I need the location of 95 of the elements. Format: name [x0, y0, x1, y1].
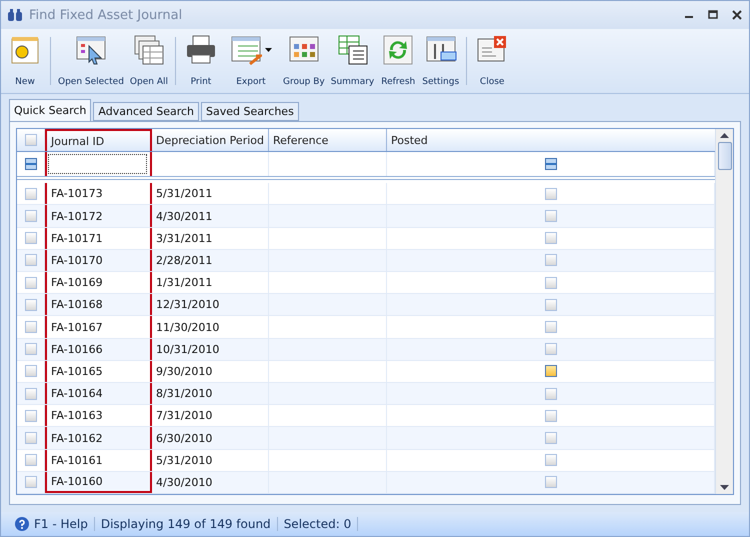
- table-cell: 7/31/2010: [156, 409, 212, 422]
- posted-checkbox[interactable]: [544, 188, 556, 200]
- toolbar-button[interactable]: Open All: [128, 31, 170, 91]
- posted-checkbox[interactable]: [544, 254, 556, 266]
- stacked-windows-icon: [132, 34, 165, 66]
- table-cell: FA-10160: [51, 474, 103, 488]
- table-cell: FA-10172: [51, 210, 103, 223]
- row-checkbox[interactable]: [24, 410, 36, 422]
- toolbar-button[interactable]: Open Selected: [56, 31, 126, 91]
- posted-checkbox[interactable]: [544, 454, 556, 466]
- row-checkbox[interactable]: [24, 454, 36, 466]
- row-checkbox[interactable]: [24, 254, 36, 266]
- window-title: Find Fixed Asset Journal: [29, 8, 182, 22]
- table-cell: 9/30/2010: [156, 364, 212, 378]
- table-cell: FA-10167: [51, 320, 103, 334]
- table-cell: FA-10165: [51, 364, 103, 378]
- posted-checkbox[interactable]: [544, 388, 556, 400]
- table-cell: 11/30/2010: [156, 320, 220, 334]
- row-checkbox[interactable]: [24, 388, 36, 400]
- row-checkbox[interactable]: [24, 298, 36, 311]
- toolbar-button[interactable]: Settings: [420, 31, 462, 91]
- search-tab[interactable]: Quick Search: [9, 99, 92, 121]
- printer-icon: [184, 34, 217, 66]
- row-checkbox[interactable]: [24, 232, 36, 244]
- row-checkbox[interactable]: [24, 343, 36, 356]
- table-cell: 5/31/2010: [156, 454, 212, 467]
- table-cell: 2/28/2011: [156, 254, 212, 267]
- row-checkbox[interactable]: [24, 321, 36, 334]
- row-checkbox[interactable]: [24, 188, 36, 200]
- row-checkbox[interactable]: [24, 276, 36, 289]
- scrollbar-thumb[interactable]: [718, 142, 732, 170]
- record-count: Displaying 149 of 149 found: [100, 517, 271, 531]
- table-cell: 4/30/2010: [156, 476, 212, 489]
- table-cell: FA-10164: [51, 387, 103, 400]
- table-cell: 5/31/2011: [156, 187, 212, 200]
- binoculars-icon: [7, 8, 23, 22]
- posted-checkbox[interactable]: [544, 365, 556, 378]
- toolbar-button[interactable]: Export: [222, 31, 279, 91]
- selected-count: Selected: 0: [284, 517, 352, 531]
- posted-checkbox[interactable]: [544, 276, 556, 289]
- column-header[interactable]: Posted: [387, 129, 715, 152]
- scroll-up-icon[interactable]: [720, 133, 729, 138]
- row-checkbox[interactable]: [24, 210, 36, 222]
- table-cell: 4/30/2011: [156, 210, 212, 223]
- toolbar-button[interactable]: Refresh: [378, 31, 418, 91]
- row-checkbox[interactable]: [24, 432, 36, 444]
- close-icon[interactable]: [731, 9, 743, 21]
- table-cell: FA-10161: [51, 454, 103, 467]
- filter-checkbox[interactable]: [544, 158, 556, 170]
- posted-checkbox[interactable]: [544, 210, 556, 222]
- posted-checkbox[interactable]: [544, 432, 556, 444]
- table-cell: FA-10173: [51, 187, 103, 200]
- table-cell: 8/31/2010: [156, 387, 212, 400]
- column-header[interactable]: Depreciation Period: [152, 129, 269, 152]
- table-cell: 3/31/2011: [156, 232, 212, 245]
- row-checkbox[interactable]: [24, 365, 36, 378]
- table-cell: 12/31/2010: [156, 298, 220, 312]
- column-header[interactable]: Reference: [269, 129, 387, 152]
- posted-checkbox[interactable]: [544, 410, 556, 422]
- row-checkbox[interactable]: [24, 476, 36, 488]
- toolbar-button[interactable]: Print: [180, 31, 221, 91]
- table-cell: FA-10171: [51, 232, 103, 245]
- search-tab[interactable]: Advanced Search: [93, 102, 200, 121]
- posted-checkbox[interactable]: [544, 232, 556, 244]
- toolbar-button[interactable]: Summary: [328, 31, 376, 91]
- posted-checkbox[interactable]: [544, 321, 556, 334]
- table-cell: FA-10166: [51, 342, 103, 356]
- select-all-checkbox[interactable]: [24, 134, 36, 146]
- filter-field[interactable]: [48, 154, 147, 174]
- scroll-down-icon[interactable]: [720, 485, 729, 490]
- toolbar-button[interactable]: Close: [472, 31, 512, 91]
- search-tab[interactable]: Saved Searches: [201, 102, 299, 121]
- posted-checkbox[interactable]: [544, 298, 556, 311]
- sheet-list-icon: [336, 34, 368, 66]
- spreadsheet-arrow-icon: [230, 34, 262, 66]
- document-icon: [9, 34, 41, 66]
- filter-select-checkbox[interactable]: [24, 158, 36, 170]
- table-cell: FA-10170: [51, 254, 103, 267]
- table-cell: FA-10163: [51, 409, 103, 422]
- window-cursor-icon: [74, 34, 107, 66]
- toolbar-button[interactable]: New: [5, 31, 45, 91]
- table-cell: FA-10162: [51, 432, 103, 445]
- table-cell: FA-10169: [51, 276, 103, 290]
- caret-icon: [264, 48, 272, 52]
- table-cell: 10/31/2010: [156, 342, 220, 356]
- help-icon[interactable]: [15, 517, 29, 531]
- table-cell: 1/31/2011: [156, 276, 212, 290]
- posted-checkbox[interactable]: [544, 343, 556, 356]
- table-cell: FA-10168: [51, 298, 103, 312]
- toolbar-button[interactable]: Group By: [280, 31, 327, 91]
- table-cell: 6/30/2010: [156, 432, 212, 445]
- help-hint: F1 - Help: [34, 517, 88, 531]
- refresh-icon: [382, 34, 414, 66]
- posted-checkbox[interactable]: [544, 476, 556, 488]
- maximize-icon[interactable]: [707, 9, 719, 21]
